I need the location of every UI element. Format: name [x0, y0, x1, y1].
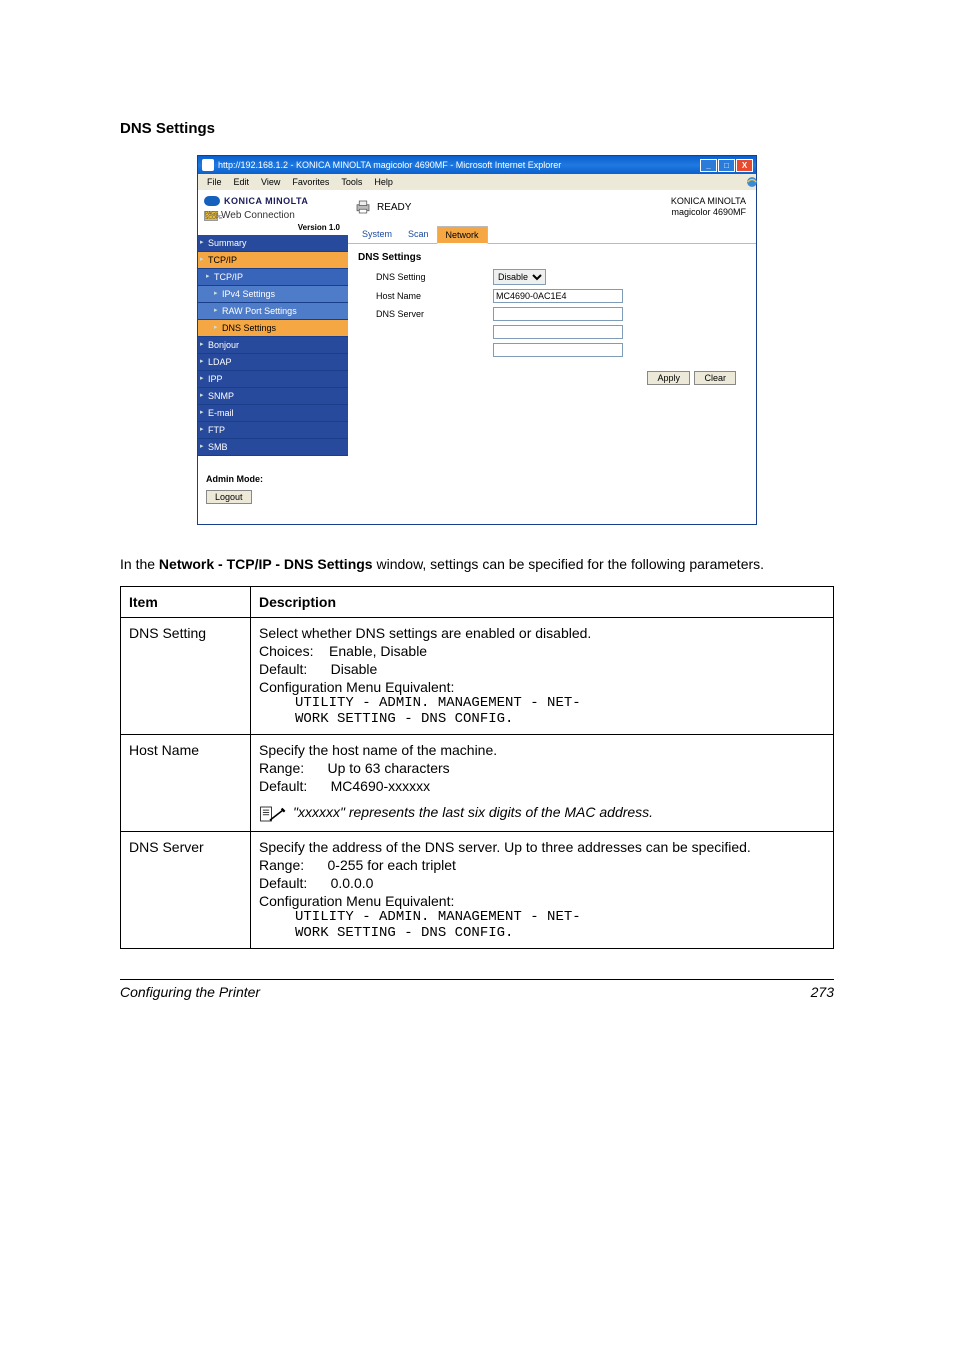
note-text: "xxxxxx" represents the last six digits …: [293, 804, 653, 820]
window-controls: _ □ X: [700, 159, 753, 172]
window-titlebar: http://192.168.1.2 - KONICA MINOLTA magi…: [198, 156, 756, 174]
apply-button[interactable]: Apply: [647, 371, 690, 385]
th-item: Item: [121, 586, 251, 617]
menu-file[interactable]: File: [202, 177, 227, 187]
page-footer: Configuring the Printer 273: [120, 979, 834, 1000]
lbl-dns-setting: DNS Setting: [358, 272, 493, 282]
brand-logo: KONICA MINOLTA: [204, 196, 308, 206]
main-tabs: System Scan Network: [348, 222, 756, 244]
ie-page-icon: [202, 159, 214, 171]
right-column: READY KONICA MINOLTA magicolor 4690MF Sy…: [348, 190, 756, 524]
pane-title: DNS Settings: [358, 252, 746, 263]
window-title: http://192.168.1.2 - KONICA MINOLTA magi…: [218, 160, 561, 170]
status-text: READY: [377, 202, 411, 213]
menu-view[interactable]: View: [256, 177, 285, 187]
nav-bonjour[interactable]: Bonjour: [198, 337, 348, 354]
input-dns-server-3[interactable]: [493, 343, 623, 357]
settings-table: Item Description DNS Setting Select whet…: [120, 586, 834, 949]
input-dns-server-1[interactable]: [493, 307, 623, 321]
brand-badge-icon: [204, 196, 220, 206]
tab-network[interactable]: Network: [437, 226, 488, 244]
cell-desc-host: Specify the host name of the machine. Ra…: [251, 734, 834, 831]
printer-icon: [354, 198, 372, 216]
browser-menubar: File Edit View Favorites Tools Help: [198, 174, 756, 190]
menu-help[interactable]: Help: [369, 177, 398, 187]
nav-ipv4[interactable]: IPv4 Settings: [198, 286, 348, 303]
th-description: Description: [251, 586, 834, 617]
tab-system[interactable]: System: [354, 226, 400, 243]
pagescope-icon: PAGE SCOPE: [204, 211, 218, 221]
nav-snmp[interactable]: SNMP: [198, 388, 348, 405]
version-label: Version 1.0: [198, 221, 348, 235]
intro-paragraph: In the Network - TCP/IP - DNS Settings w…: [120, 555, 834, 574]
lbl-dns-server: DNS Server: [358, 309, 493, 319]
page-heading: DNS Settings: [120, 120, 834, 137]
footer-title: Configuring the Printer: [120, 984, 260, 1000]
status-ready: READY: [354, 196, 411, 218]
pagescope-label: Web Connection: [221, 210, 295, 221]
ie-logo-icon: [740, 175, 754, 189]
menu-tools[interactable]: Tools: [336, 177, 367, 187]
cell-desc-dns: Select whether DNS settings are enabled …: [251, 617, 834, 734]
clear-button[interactable]: Clear: [694, 371, 736, 385]
nav-ldap[interactable]: LDAP: [198, 354, 348, 371]
note-icon: [259, 804, 287, 824]
close-button[interactable]: X: [736, 159, 753, 172]
logout-button[interactable]: Logout: [206, 490, 252, 504]
left-column: KONICA MINOLTA PAGE SCOPE Web Connection…: [198, 190, 348, 524]
nav-email[interactable]: E-mail: [198, 405, 348, 422]
lbl-host-name: Host Name: [358, 291, 493, 301]
tab-scan[interactable]: Scan: [400, 226, 437, 243]
menu-favorites[interactable]: Favorites: [287, 177, 334, 187]
input-dns-server-2[interactable]: [493, 325, 623, 339]
side-nav: Summary TCP/IP TCP/IP IPv4 Settings RAW …: [198, 235, 348, 456]
nav-tcpip-sub[interactable]: TCP/IP: [198, 269, 348, 286]
nav-ipp[interactable]: IPP: [198, 371, 348, 388]
minimize-button[interactable]: _: [700, 159, 717, 172]
admin-block: Admin Mode: Logout: [198, 456, 348, 524]
admin-mode-label: Admin Mode:: [206, 474, 340, 484]
browser-window: http://192.168.1.2 - KONICA MINOLTA magi…: [197, 155, 757, 525]
menu-edit[interactable]: Edit: [229, 177, 255, 187]
cell-item-dns: DNS Setting: [121, 617, 251, 734]
maximize-button[interactable]: □: [718, 159, 735, 172]
footer-page-number: 273: [811, 984, 834, 1000]
cell-item-server: DNS Server: [121, 831, 251, 948]
nav-summary[interactable]: Summary: [198, 235, 348, 252]
input-host-name[interactable]: [493, 289, 623, 303]
nav-rawport[interactable]: RAW Port Settings: [198, 303, 348, 320]
device-id: KONICA MINOLTA magicolor 4690MF: [671, 196, 746, 218]
nav-tcpip[interactable]: TCP/IP: [198, 252, 348, 269]
nav-dns[interactable]: DNS Settings: [198, 320, 348, 337]
brand-text: KONICA MINOLTA: [224, 196, 308, 206]
cell-item-host: Host Name: [121, 734, 251, 831]
select-dns-setting[interactable]: Disable: [493, 269, 546, 285]
cell-desc-server: Specify the address of the DNS server. U…: [251, 831, 834, 948]
nav-smb[interactable]: SMB: [198, 439, 348, 456]
nav-ftp[interactable]: FTP: [198, 422, 348, 439]
settings-pane: DNS Settings DNS Setting Disable Host Na…: [348, 244, 756, 395]
pagescope-row: PAGE SCOPE Web Connection: [198, 208, 348, 221]
